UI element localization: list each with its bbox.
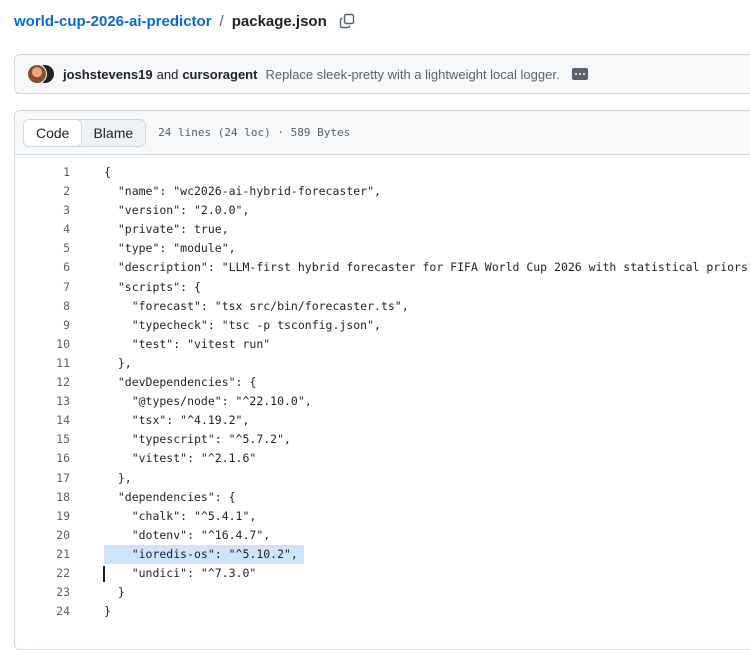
file-info: 24 lines (24 loc) · 589 Bytes <box>158 126 351 139</box>
code-text: "type": "module", <box>104 241 236 256</box>
code-line[interactable]: 24} <box>15 602 750 621</box>
code-line[interactable]: 8 "forecast": "tsx src/bin/forecaster.ts… <box>15 297 750 316</box>
line-number[interactable]: 14 <box>15 411 70 430</box>
code-text: "undici": "^7.3.0" <box>104 565 257 580</box>
code-text: "scripts": { <box>104 279 201 294</box>
line-number[interactable]: 4 <box>15 220 70 239</box>
code-text: "chalk": "^5.4.1", <box>104 508 257 523</box>
code-text: "vitest": "^2.1.6" <box>104 451 257 466</box>
code-line[interactable]: 17 }, <box>15 469 750 488</box>
line-number[interactable]: 6 <box>15 258 70 277</box>
line-number[interactable]: 23 <box>15 583 70 602</box>
view-toggle: Code Blame <box>23 118 147 147</box>
code-text: "@types/node": "^22.10.0", <box>104 394 312 409</box>
commit-coauthor-link[interactable]: cursoragent <box>182 67 257 82</box>
code-line[interactable]: 22 "undici": "^7.3.0" <box>15 564 750 583</box>
copy-path-button[interactable] <box>337 11 357 31</box>
commit-message-link[interactable]: Replace sleek-pretty with a lightweight … <box>265 67 559 82</box>
line-number[interactable]: 22 <box>15 564 70 583</box>
line-number[interactable]: 10 <box>15 335 70 354</box>
code-line[interactable]: 4 "private": true, <box>15 220 750 239</box>
breadcrumb-separator: / <box>219 12 224 30</box>
code-text: { <box>104 165 111 179</box>
code-line[interactable]: 10 "test": "vitest run" <box>15 335 750 354</box>
code-line[interactable]: 12 "devDependencies": { <box>15 373 750 392</box>
author-avatars <box>27 64 55 84</box>
code-line[interactable]: 3 "version": "2.0.0", <box>15 201 750 220</box>
code-text: "name": "wc2026-ai-hybrid-forecaster", <box>104 184 381 199</box>
line-number[interactable]: 15 <box>15 430 70 449</box>
code-line[interactable]: 7 "scripts": { <box>15 278 750 297</box>
code-view[interactable]: 1{2 "name": "wc2026-ai-hybrid-forecaster… <box>15 155 750 621</box>
commit-and-text: and <box>156 66 179 82</box>
code-line[interactable]: 23 } <box>15 583 750 602</box>
code-line[interactable]: 5 "type": "module", <box>15 239 750 258</box>
text-cursor <box>103 565 105 582</box>
code-text: "devDependencies": { <box>104 375 257 390</box>
code-text: } <box>104 604 111 619</box>
line-number[interactable]: 12 <box>15 373 70 392</box>
code-line[interactable]: 16 "vitest": "^2.1.6" <box>15 449 750 468</box>
code-text: } <box>104 585 125 600</box>
code-line[interactable]: 11 }, <box>15 354 750 373</box>
commit-details-button[interactable] <box>571 68 588 80</box>
line-number[interactable]: 16 <box>15 449 70 468</box>
line-number[interactable]: 7 <box>15 278 70 297</box>
code-text: "description": "LLM-first hybrid forecas… <box>104 260 750 275</box>
code-line[interactable]: 13 "@types/node": "^22.10.0", <box>15 392 750 411</box>
line-number[interactable]: 5 <box>15 239 70 258</box>
line-number[interactable]: 11 <box>15 354 70 373</box>
code-text: }, <box>104 355 132 370</box>
code-line[interactable]: 9 "typecheck": "tsc -p tsconfig.json", <box>15 316 750 335</box>
code-line[interactable]: 19 "chalk": "^5.4.1", <box>15 507 750 526</box>
commit-author-link[interactable]: joshstevens19 <box>63 67 153 82</box>
code-text: "typecheck": "tsc -p tsconfig.json", <box>104 317 381 332</box>
line-number[interactable]: 8 <box>15 297 70 316</box>
tab-blame[interactable]: Blame <box>81 120 145 146</box>
line-number[interactable]: 2 <box>15 182 70 201</box>
code-text: "version": "2.0.0", <box>104 203 250 218</box>
code-line[interactable]: 20 "dotenv": "^16.4.7", <box>15 526 750 545</box>
tab-code[interactable]: Code <box>24 119 83 146</box>
code-text: }, <box>104 470 132 485</box>
avatar[interactable] <box>27 64 47 84</box>
line-number[interactable]: 18 <box>15 488 70 507</box>
repo-link[interactable]: world-cup-2026-ai-predictor <box>14 13 212 30</box>
file-header: Code Blame 24 lines (24 loc) · 589 Bytes <box>15 111 750 155</box>
file-name: package.json <box>231 12 327 30</box>
code-text: "tsx": "^4.19.2", <box>104 413 250 428</box>
code-line[interactable]: 18 "dependencies": { <box>15 488 750 507</box>
code-text: "test": "vitest run" <box>104 336 271 351</box>
code-text: "dotenv": "^16.4.7", <box>104 527 271 542</box>
code-line[interactable]: 15 "typescript": "^5.7.2", <box>15 430 750 449</box>
ellipsis-icon <box>574 73 577 75</box>
line-number[interactable]: 1 <box>15 163 70 182</box>
line-number[interactable]: 19 <box>15 507 70 526</box>
line-number[interactable]: 21 <box>15 545 70 564</box>
line-number[interactable]: 13 <box>15 392 70 411</box>
code-text: "typescript": "^5.7.2", <box>104 432 291 447</box>
latest-commit-bar: joshstevens19 and cursoragent Replace sl… <box>14 54 750 94</box>
code-text: "ioredis-os": "^5.10.2", <box>104 544 304 564</box>
line-number[interactable]: 17 <box>15 469 70 488</box>
code-text: "forecast": "tsx src/bin/forecaster.ts", <box>104 298 409 313</box>
breadcrumb: world-cup-2026-ai-predictor / package.js… <box>14 8 357 34</box>
copy-icon <box>339 13 354 29</box>
code-text: "dependencies": { <box>104 489 236 504</box>
code-line[interactable]: 14 "tsx": "^4.19.2", <box>15 411 750 430</box>
code-text: "private": true, <box>104 222 229 237</box>
code-line[interactable]: 21 "ioredis-os": "^5.10.2", <box>15 544 750 564</box>
line-number[interactable]: 9 <box>15 316 70 335</box>
code-line[interactable]: 1{ <box>15 163 750 182</box>
line-number[interactable]: 20 <box>15 526 70 545</box>
code-line[interactable]: 6 "description": "LLM-first hybrid forec… <box>15 258 750 277</box>
code-line[interactable]: 2 "name": "wc2026-ai-hybrid-forecaster", <box>15 182 750 201</box>
file-viewer: Code Blame 24 lines (24 loc) · 589 Bytes… <box>14 110 750 650</box>
line-number[interactable]: 24 <box>15 602 70 621</box>
line-number[interactable]: 3 <box>15 201 70 220</box>
